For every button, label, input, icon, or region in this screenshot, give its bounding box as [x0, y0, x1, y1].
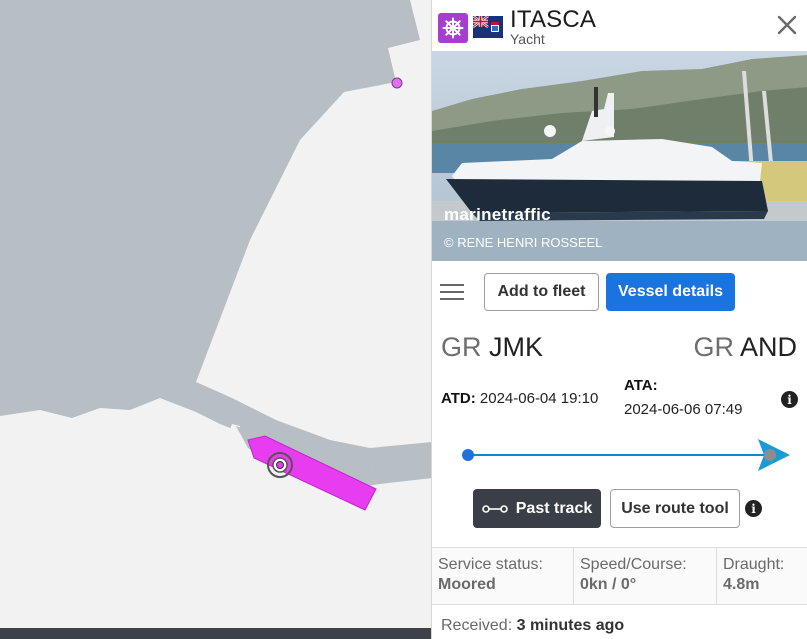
atd-label: ATD: — [441, 390, 476, 407]
use-route-tool-button[interactable]: Use route tool — [610, 489, 740, 528]
ata-label: ATA: — [624, 377, 658, 394]
info-icon[interactable]: i — [745, 500, 762, 517]
dest-country: GR — [693, 332, 734, 362]
add-to-fleet-button[interactable]: Add to fleet — [484, 273, 599, 311]
map-view[interactable] — [0, 0, 432, 639]
vessel-photo-image — [432, 51, 807, 261]
progress-end-dot — [764, 449, 776, 461]
panel-header: ITASCA Yacht — [432, 0, 807, 52]
close-icon[interactable] — [776, 14, 798, 36]
dest-port-code: AND — [739, 332, 797, 362]
map-bottom-bar — [0, 628, 431, 639]
past-track-button[interactable]: Past track — [473, 489, 601, 528]
atd-value: 2024-06-04 19:10 — [479, 390, 599, 407]
panel-toolbar: Add to fleet Vessel details — [432, 262, 807, 324]
vessel-name: ITASCA — [510, 6, 597, 33]
atd-row: ATD: 2024-06-04 19:10 — [441, 390, 598, 407]
origin-country: GR — [441, 332, 482, 362]
service-status-cell: Service status: Moored — [432, 548, 573, 604]
vessel-photo[interactable]: marinetraffic © RENE HENRI ROSSEEL — [432, 51, 807, 261]
stats-row: Service status: Moored Speed/Course: 0kn… — [432, 547, 807, 605]
vessel-type: Yacht — [510, 31, 545, 47]
received-value: 3 minutes ago — [516, 617, 625, 634]
track-line-icon — [481, 504, 508, 513]
service-status-label: Service status: — [438, 556, 543, 573]
info-icon[interactable]: i — [781, 391, 798, 408]
map-canvas[interactable] — [0, 0, 432, 639]
speed-course-value: 0kn / 0° — [580, 576, 637, 593]
ata-value: 2024-06-06 07:49 — [624, 401, 743, 418]
origin-port[interactable]: GR JMK — [441, 332, 543, 363]
port-marker[interactable] — [391, 77, 403, 89]
voyage-progress — [462, 439, 790, 471]
ship-wheel-icon — [438, 13, 468, 43]
destination-port[interactable]: GR AND — [693, 332, 797, 363]
vessel-panel: ITASCA Yacht marinetraffic © RENE HENRI … — [431, 0, 807, 639]
received-label: Received: — [441, 617, 513, 634]
photo-credit: © RENE HENRI ROSSEEL — [444, 235, 603, 250]
cayman-islands-flag — [473, 16, 503, 38]
speed-course-label: Speed/Course: — [580, 556, 687, 573]
draught-cell: Draught: 4.8m — [716, 548, 807, 604]
draught-value: 4.8m — [723, 576, 760, 593]
vessel-details-button[interactable]: Vessel details — [606, 273, 735, 311]
photo-watermark: marinetraffic — [444, 205, 551, 224]
progress-start-dot — [462, 449, 474, 461]
speed-course-cell: Speed/Course: 0kn / 0° — [573, 548, 716, 604]
received-row: Received: 3 minutes ago — [441, 617, 624, 635]
service-status-value: Moored — [438, 576, 496, 593]
draught-label: Draught: — [723, 556, 785, 573]
origin-port-code: JMK — [489, 332, 544, 362]
hamburger-menu-icon[interactable] — [440, 284, 464, 302]
past-track-label: Past track — [515, 499, 593, 517]
